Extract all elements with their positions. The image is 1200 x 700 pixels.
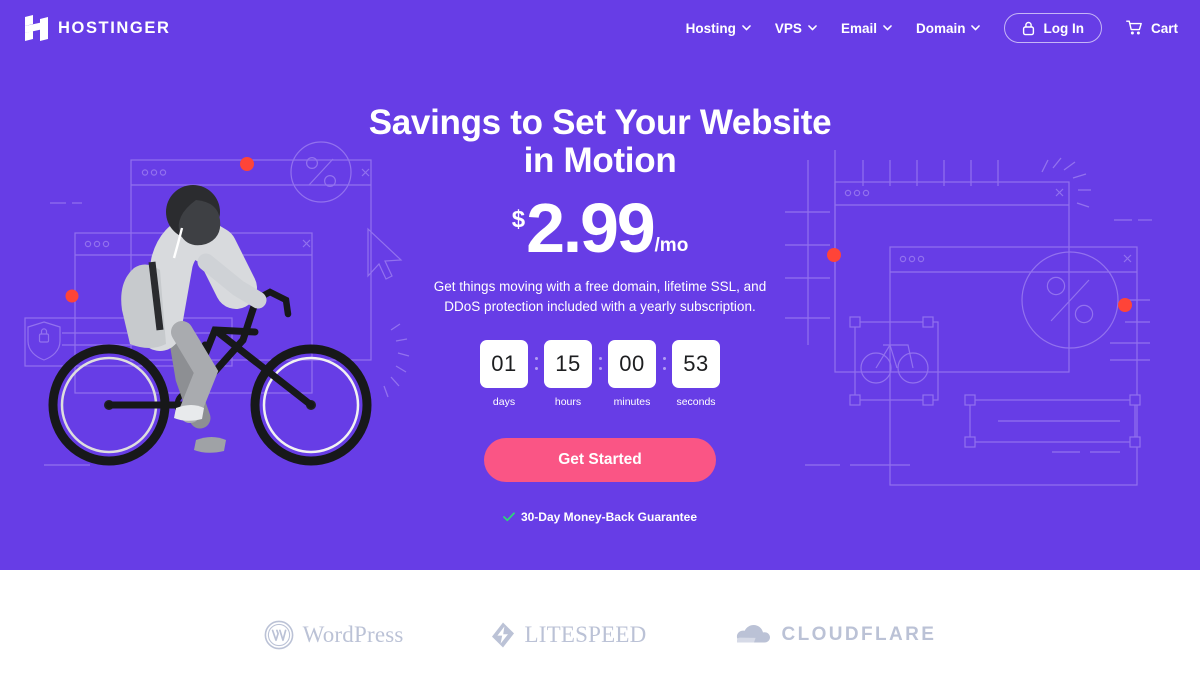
nav-item-label: Domain [915,20,966,36]
countdown-value: 53 [672,339,720,388]
chevron-down-icon [883,25,892,31]
countdown-label: minutes [613,395,651,408]
countdown-value: 15 [544,339,592,388]
partner-name: LITESPEED [524,622,647,647]
cloudflare-logo-icon [737,625,771,643]
chevron-down-icon [808,25,817,31]
partner-name: WordPress [302,622,404,647]
cyclist-illustration [48,185,372,466]
price-amount: 2.99 [526,189,656,268]
price-period: /mo [654,234,689,256]
page-title: Savings to Set Your Website in Motion [368,103,832,181]
login-button-label: Log In [1043,20,1084,36]
countdown-unit-minutes: 00 minutes [602,339,662,408]
hero-subtitle: Get things moving with a free domain, li… [433,278,767,315]
money-back-guarantee: 30-Day Money-Back Guarantee [503,510,697,524]
login-button[interactable]: Log In [1004,13,1102,43]
countdown-unit-hours: 15 hours [538,339,598,408]
guarantee-label: 30-Day Money-Back Guarantee [520,509,698,524]
landing-page: HOSTINGER Hosting VPS Email Domain Log I… [0,0,1200,700]
price-currency: $ [511,206,526,234]
cart-button[interactable]: Cart [1126,20,1178,36]
partner-logos-strip: WordPress LITESPEED CLOUDFLARE [0,570,1200,700]
nav-item-label: VPS [774,20,802,36]
brand-name: HOSTINGER [58,18,171,37]
chevron-down-icon [971,25,981,31]
hero-content: Savings to Set Your Website in Motion $ … [340,0,860,570]
partner-logo-cloudflare: CLOUDFLARE [732,624,936,646]
check-icon [503,512,515,521]
get-started-button[interactable]: Get Started [484,437,716,482]
top-navigation-bar: HOSTINGER Hosting VPS Email Domain Log I… [0,0,1200,56]
wordpress-logo-icon [264,620,294,650]
chevron-down-icon [742,25,751,31]
countdown-timer: 01 days 15 hours 00 minutes 53 seconds [474,339,726,408]
nav-item-label: Hosting [685,20,736,36]
partner-name: CLOUDFLARE [781,624,937,645]
nav-item-label: Email [840,20,877,36]
countdown-unit-days: 01 days [474,339,534,408]
litespeed-logo-icon [491,622,514,648]
partner-logo-litespeed: LITESPEED [490,621,647,649]
countdown-label: hours [554,395,582,408]
hero-section: HOSTINGER Hosting VPS Email Domain Log I… [0,0,1200,570]
partner-logo-wordpress: WordPress [264,620,404,650]
shopping-cart-icon [1126,20,1142,35]
countdown-unit-seconds: 53 seconds [666,339,726,408]
nav-item-vps[interactable]: VPS [775,21,817,36]
nav-right-group: Hosting VPS Email Domain Log In Cart [686,13,1178,43]
accent-dot [65,289,79,303]
countdown-label: seconds [676,395,716,408]
lock-icon [1023,21,1035,35]
accent-dot [1118,298,1132,312]
countdown-value: 00 [608,339,656,388]
hostinger-h-mark-icon [25,15,48,41]
accent-dot [240,157,254,171]
nav-item-email[interactable]: Email [841,21,892,36]
countdown-value: 01 [480,339,528,388]
price-display: $ 2.99 /mo [511,189,689,268]
nav-item-domain[interactable]: Domain [916,21,981,36]
brand-logo[interactable]: HOSTINGER [24,15,171,41]
cart-label: Cart [1150,20,1178,36]
nav-item-hosting[interactable]: Hosting [686,21,751,36]
countdown-label: days [492,395,516,408]
